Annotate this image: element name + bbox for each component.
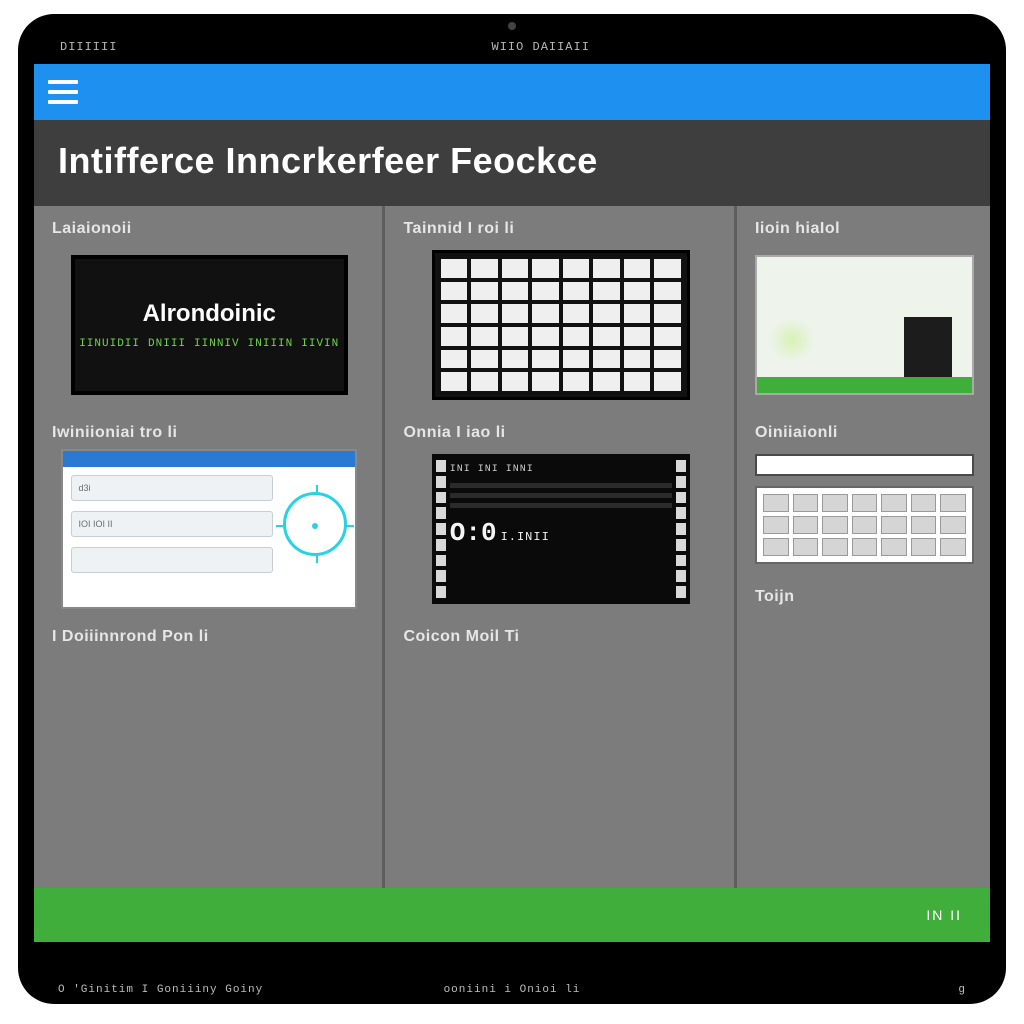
card-c5-label: Onnia I iao li xyxy=(403,424,717,442)
code-header: INI INI INNI xyxy=(450,464,672,475)
card-c7[interactable]: Iioin hiaIol xyxy=(737,206,990,410)
window-titlebar xyxy=(63,451,355,467)
card-c6-label: Coicon Moil Ti xyxy=(403,628,717,646)
hamburger-icon[interactable] xyxy=(48,80,78,104)
compass-icon xyxy=(283,492,347,556)
code-panel-tile: INI INI INNI O:0I.INII xyxy=(432,454,690,604)
column-1: Laiaionoii Alrondoinic IINUIDII DNIII II… xyxy=(34,206,385,888)
card-grid: Laiaionoii Alrondoinic IINUIDII DNIII II… xyxy=(34,206,990,888)
card-c4[interactable]: Tainnid I roi li xyxy=(385,206,733,410)
column-2: Tainnid I roi li xyxy=(385,206,736,888)
code-big-value: O:0I.INII xyxy=(450,518,672,548)
window-row xyxy=(71,547,273,573)
column-3: Iioin hiaIol Oiniiaionli xyxy=(737,206,990,888)
card-c8[interactable]: Oiniiaionli xyxy=(737,410,990,574)
bottom-status-right: g xyxy=(958,984,966,996)
footer-bar: IN II xyxy=(34,888,990,942)
card-c2-label: Iwiniioniai tro li xyxy=(52,424,366,442)
card-c9-label: Toijn xyxy=(755,588,974,606)
footer-right-text: IN II xyxy=(926,907,962,923)
title-band: Intifferce Inncrkerfeer Feockce xyxy=(34,120,990,206)
text-field[interactable] xyxy=(755,454,974,476)
terminal-tile-title: Alrondoinic xyxy=(143,300,276,328)
bottom-status-left: O 'Ginitim I Goniiiny Goiny xyxy=(58,984,263,996)
window-row: d3i xyxy=(71,475,273,501)
device-bottom-status: O 'Ginitim I Goniiiny Goiny ooniini i On… xyxy=(18,984,1006,996)
card-c3-label: I Doiiinnrond Pon li xyxy=(52,628,366,646)
card-c9[interactable]: Toijn xyxy=(737,574,990,616)
terminal-tile: Alrondoinic IINUIDII DNIII IINNIV INIIIN… xyxy=(71,255,348,395)
card-c6[interactable]: Coicon Moil Ti xyxy=(385,614,733,656)
app-window-tile: d3i IOI IOI II xyxy=(61,449,357,609)
photo-tile xyxy=(755,255,974,395)
calendar-grid-tile xyxy=(432,250,690,400)
form-tile xyxy=(755,454,974,564)
film-edge-icon xyxy=(672,454,690,604)
card-c7-label: Iioin hiaIol xyxy=(755,220,974,238)
app-screen: Intifferce Inncrkerfeer Feockce Laiaiono… xyxy=(34,64,990,942)
card-c3[interactable]: I Doiiinnrond Pon li xyxy=(34,614,382,656)
card-c4-label: Tainnid I roi li xyxy=(403,220,717,238)
device-top-status: DIIIIII WIIO DAIIAII xyxy=(34,32,990,62)
calendar-grid-icon xyxy=(441,259,681,391)
device-frame: DIIIIII WIIO DAIIAII Intifferce Inncrker… xyxy=(18,14,1006,1004)
card-c8-label: Oiniiaionli xyxy=(755,424,974,442)
card-c2[interactable]: Iwiniioniai tro li d3i IOI IOI II xyxy=(34,410,382,614)
glow-icon xyxy=(769,317,815,363)
app-bar xyxy=(34,64,990,120)
film-edge-icon xyxy=(432,454,450,604)
card-c1-label: Laiaionoii xyxy=(52,220,366,238)
terminal-tile-subtitle: IINUIDII DNIII IINNIV INIIIN IIVIN xyxy=(79,338,339,350)
card-c5[interactable]: Onnia I iao li INI INI INNI O:0I.INII xyxy=(385,410,733,614)
monolith-icon xyxy=(904,317,952,377)
status-center: WIIO DAIIAII xyxy=(492,40,590,54)
bottom-status-center: ooniini i Onioi li xyxy=(444,984,581,996)
page-title: Intifferce Inncrkerfeer Feockce xyxy=(58,140,966,182)
code-lines xyxy=(450,483,672,508)
keyboard-icon xyxy=(755,486,974,564)
status-left: DIIIIII xyxy=(60,40,117,54)
card-c1[interactable]: Laiaionoii Alrondoinic IINUIDII DNIII II… xyxy=(34,206,382,410)
ground-strip xyxy=(757,377,972,393)
camera-dot xyxy=(508,22,516,30)
window-row: IOI IOI II xyxy=(71,511,273,537)
